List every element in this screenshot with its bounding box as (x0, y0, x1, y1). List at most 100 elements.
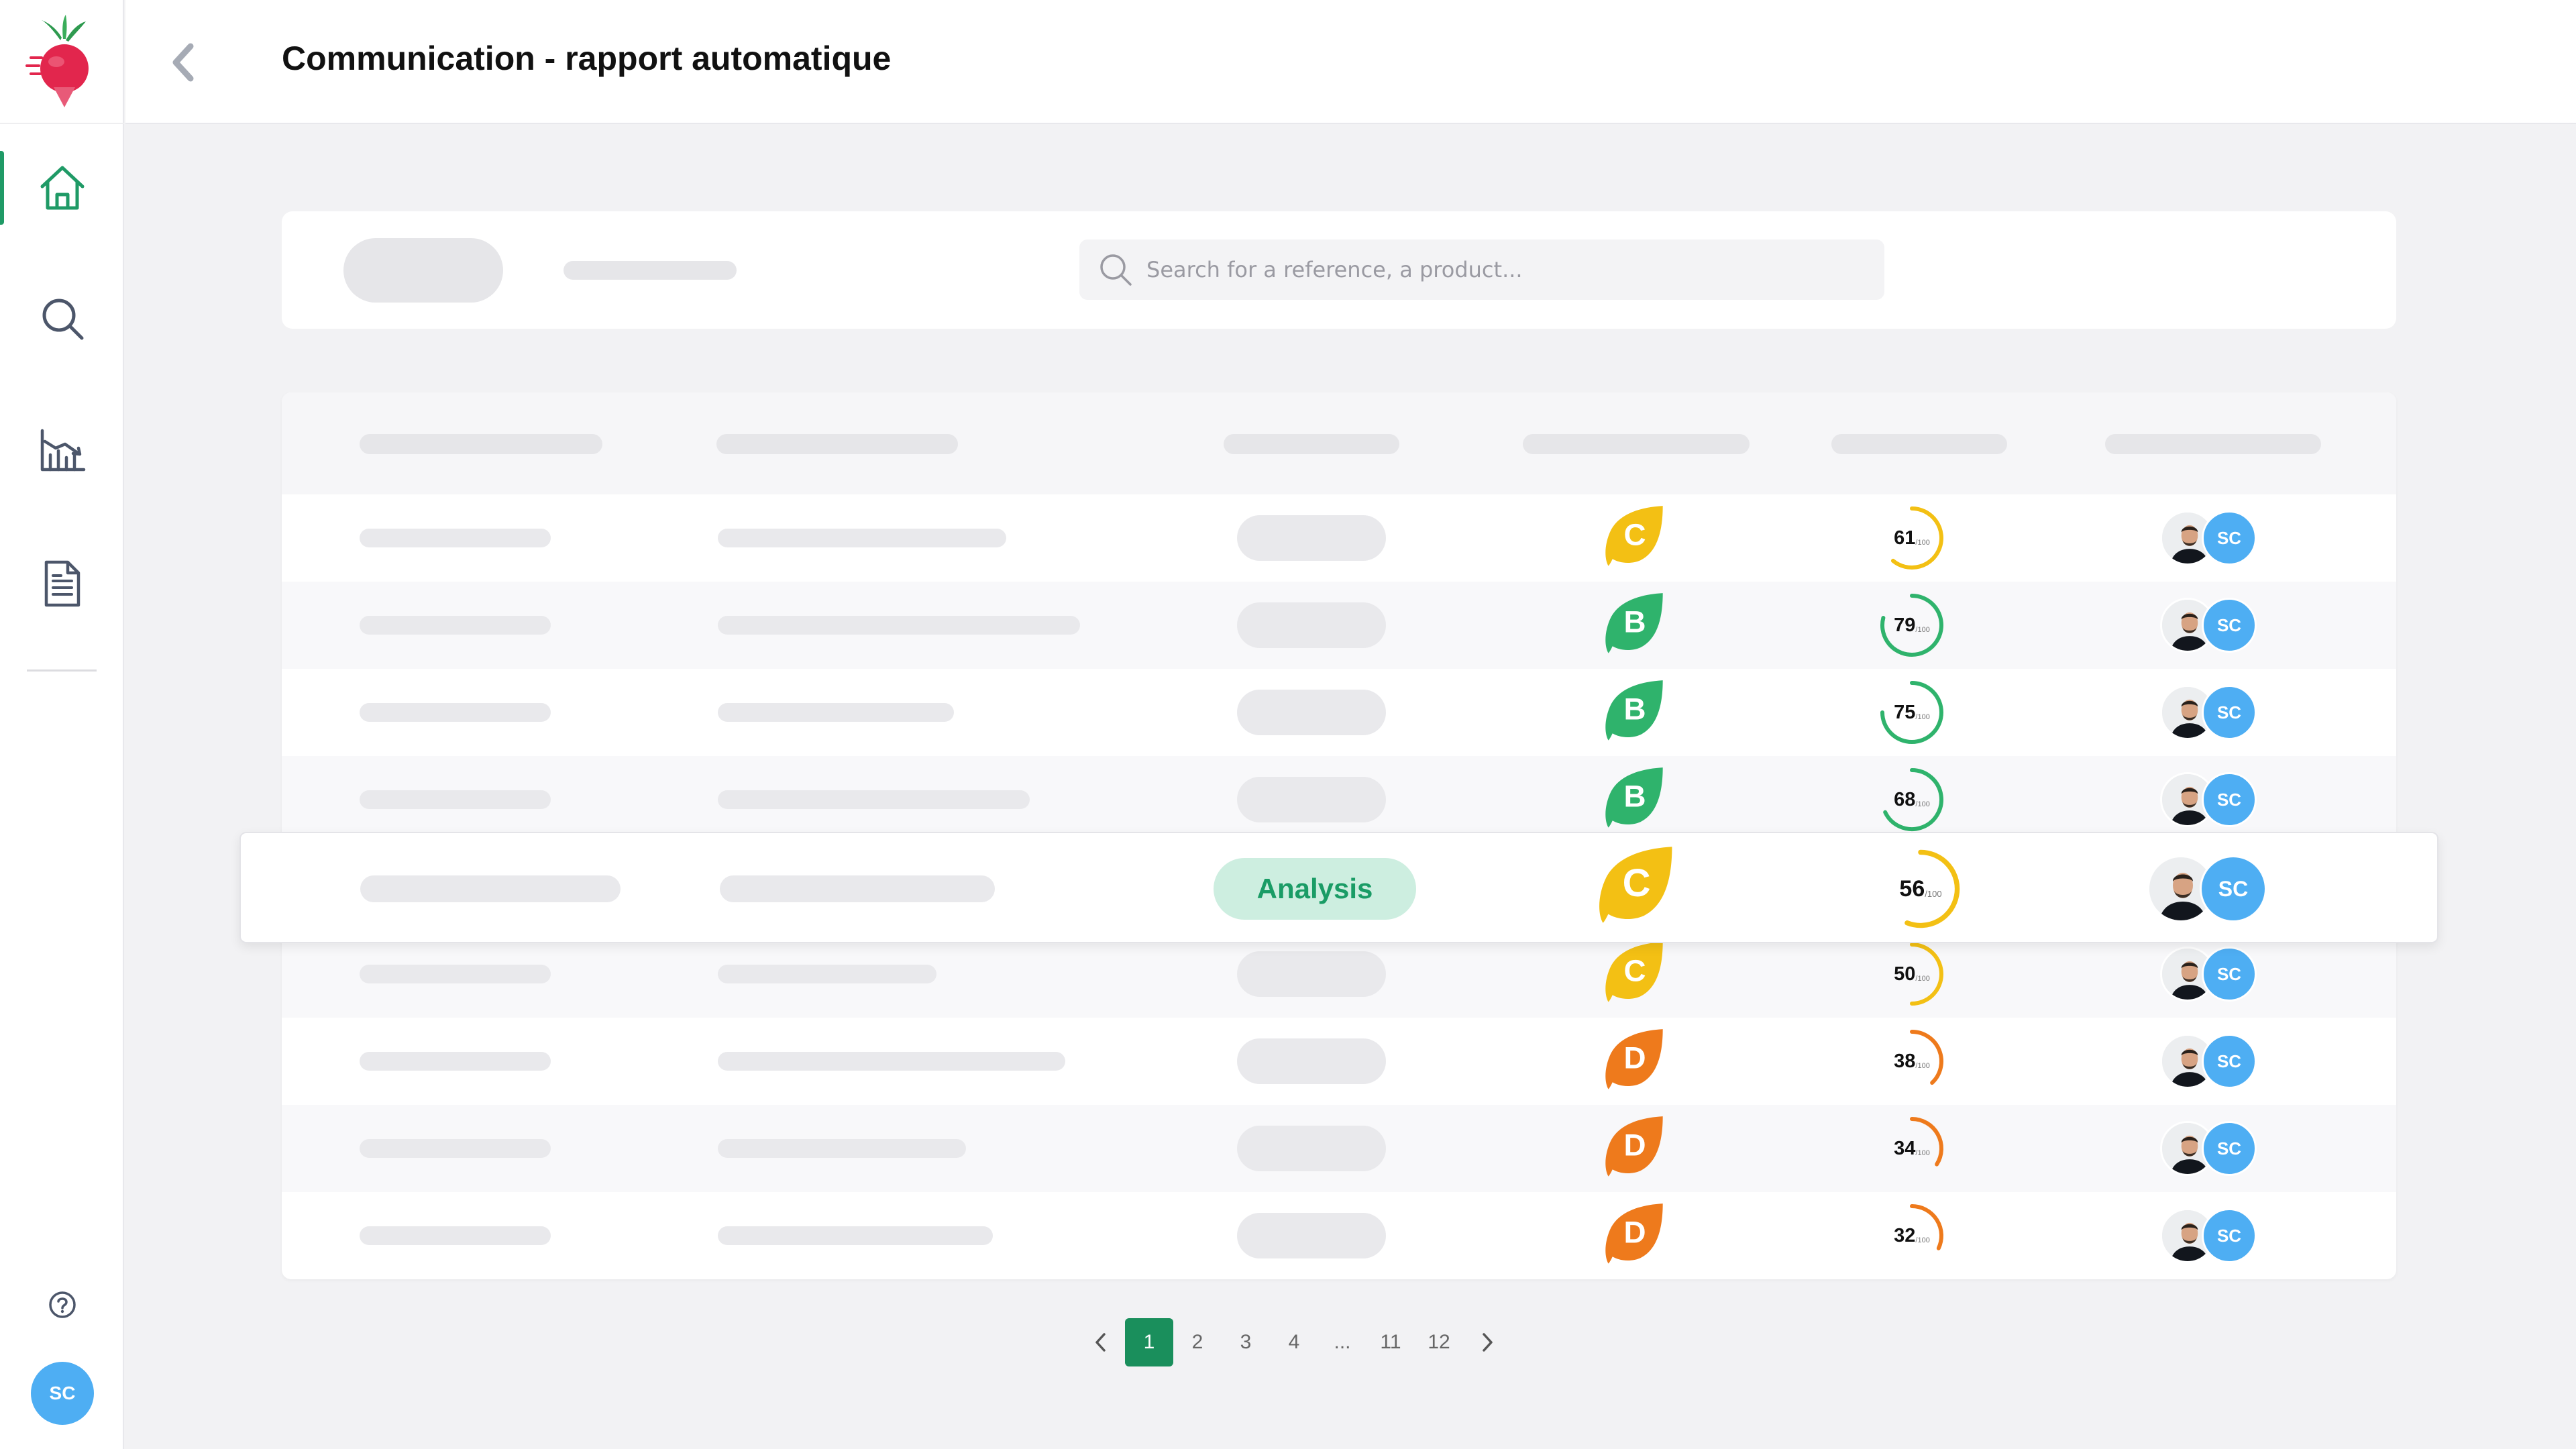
owner-initials-avatar[interactable]: SC (2202, 598, 2257, 653)
score-label: 50/100 (1878, 941, 1945, 1008)
owner-avatars: SC (2160, 507, 2267, 569)
owner-initials-avatar[interactable]: SC (2202, 1034, 2257, 1089)
score-gauge: 34/100 (1878, 1115, 1945, 1182)
pagination: 1 2 3 4... 11 12 (1077, 1318, 1511, 1366)
score-value: 61 (1894, 527, 1916, 549)
search-icon (42, 299, 83, 340)
sidebar-item-search[interactable] (0, 268, 124, 369)
pagination-page[interactable]: 4 (1270, 1318, 1318, 1366)
score-value: 79 (1894, 614, 1916, 636)
score-value: 75 (1894, 701, 1916, 723)
score-label: 38/100 (1878, 1028, 1945, 1095)
sidebar: SC (0, 0, 124, 1449)
grade-leaf-icon: D (1605, 1029, 1663, 1089)
sidebar-item-home[interactable] (0, 138, 124, 238)
sidebar-item-documents[interactable] (0, 533, 124, 634)
filter-placeholder-button[interactable] (343, 238, 503, 303)
pagination-page[interactable]: 1 (1125, 1318, 1173, 1366)
owner-avatars: SC (2160, 769, 2267, 830)
cell-placeholder (360, 1139, 551, 1158)
owner-avatars: SC (2160, 943, 2267, 1005)
cell-placeholder (718, 1226, 993, 1245)
owner-initials-avatar[interactable]: SC (2202, 772, 2257, 827)
score-gauge: 61/100 (1878, 504, 1945, 572)
owner-avatars: SC (2160, 1205, 2267, 1267)
pagination-next-button[interactable] (1463, 1318, 1511, 1366)
status-placeholder (1237, 1038, 1386, 1084)
cell-placeholder (718, 703, 954, 722)
score-value: 56 (1899, 875, 1925, 902)
grade-leaf-icon: B (1605, 593, 1663, 653)
grade-leaf-icon: D (1605, 1116, 1663, 1177)
pagination-page[interactable]: 2 (1173, 1318, 1222, 1366)
score-label: 79/100 (1878, 592, 1945, 659)
table-row-highlighted[interactable]: Analysis C 56/100 SC (239, 832, 2438, 943)
search-input[interactable] (1146, 257, 1851, 282)
chevron-left-icon (172, 43, 194, 82)
pagination-pages: 1 2 3 4... 11 12 (1125, 1318, 1463, 1366)
home-icon (40, 166, 84, 210)
grade-leaf-icon: C (1605, 942, 1663, 1002)
owner-initials-avatar[interactable]: SC (2202, 1121, 2257, 1176)
app-logo[interactable] (0, 0, 124, 124)
table-row[interactable]: D 34/100 SC (282, 1105, 2396, 1192)
score-unit: /100 (1915, 800, 1930, 808)
filter-placeholder-label (564, 261, 737, 280)
user-avatar[interactable]: SC (31, 1362, 94, 1425)
grade-letter: C (1624, 517, 1646, 551)
score-gauge: 32/100 (1878, 1202, 1945, 1269)
score-gauge: 50/100 (1878, 941, 1945, 1008)
help-button[interactable] (47, 1289, 78, 1320)
status-placeholder (1237, 690, 1386, 735)
status-placeholder (1237, 777, 1386, 822)
score-unit: /100 (1915, 539, 1930, 547)
owner-avatars: SC (2160, 1118, 2267, 1179)
grade-letter: B (1624, 779, 1646, 813)
grade-letter: D (1624, 1040, 1646, 1075)
owner-initials-avatar[interactable]: SC (2202, 947, 2257, 1002)
pagination-page[interactable]: 3 (1222, 1318, 1270, 1366)
score-value: 68 (1894, 788, 1916, 810)
owner-initials-avatar[interactable]: SC (2200, 855, 2267, 922)
score-gauge: 38/100 (1878, 1028, 1945, 1095)
table-row[interactable]: B 75/100 SC (282, 669, 2396, 756)
cell-placeholder (360, 1226, 551, 1245)
owner-initials-avatar[interactable]: SC (2202, 685, 2257, 740)
search-icon (1100, 254, 1132, 286)
grade-leaf-icon: B (1605, 680, 1663, 741)
cell-placeholder (718, 529, 1006, 547)
table-row[interactable]: B 79/100 SC (282, 582, 2396, 669)
sidebar-item-analytics[interactable] (0, 400, 124, 500)
chart-icon (40, 429, 85, 472)
status-badge[interactable]: Analysis (1214, 858, 1416, 920)
grade-letter: B (1624, 692, 1646, 726)
score-value: 38 (1894, 1050, 1916, 1072)
score-unit: /100 (1915, 1062, 1930, 1070)
table-row[interactable]: C 50/100 SC (282, 930, 2396, 1018)
filter-bar (282, 211, 2396, 329)
score-label: 32/100 (1878, 1202, 1945, 1269)
search-box[interactable] (1079, 239, 1884, 300)
cell-placeholder (360, 616, 551, 635)
document-icon (44, 560, 80, 607)
status-placeholder (1237, 1126, 1386, 1171)
pagination-page[interactable]: 11 (1366, 1318, 1415, 1366)
cell-placeholder (360, 1052, 551, 1071)
score-gauge: 75/100 (1878, 679, 1945, 746)
pagination-prev-button[interactable] (1077, 1318, 1125, 1366)
table-row[interactable]: D 32/100 SC (282, 1192, 2396, 1279)
table-header (282, 392, 2396, 494)
table-row[interactable]: D 38/100 SC (282, 1018, 2396, 1105)
score-value: 34 (1894, 1137, 1916, 1159)
table-row[interactable]: C 61/100 SC (282, 494, 2396, 582)
back-button[interactable] (159, 37, 206, 88)
score-value: 32 (1894, 1224, 1916, 1246)
header-placeholder (716, 434, 958, 454)
pagination-page[interactable]: 12 (1415, 1318, 1463, 1366)
table-row[interactable]: B 68/100 SC (282, 756, 2396, 843)
score-unit: /100 (1915, 1149, 1930, 1157)
owner-initials-avatar[interactable]: SC (2202, 511, 2257, 566)
status-placeholder (1237, 951, 1386, 997)
score-label: 75/100 (1878, 679, 1945, 746)
owner-initials-avatar[interactable]: SC (2202, 1208, 2257, 1263)
